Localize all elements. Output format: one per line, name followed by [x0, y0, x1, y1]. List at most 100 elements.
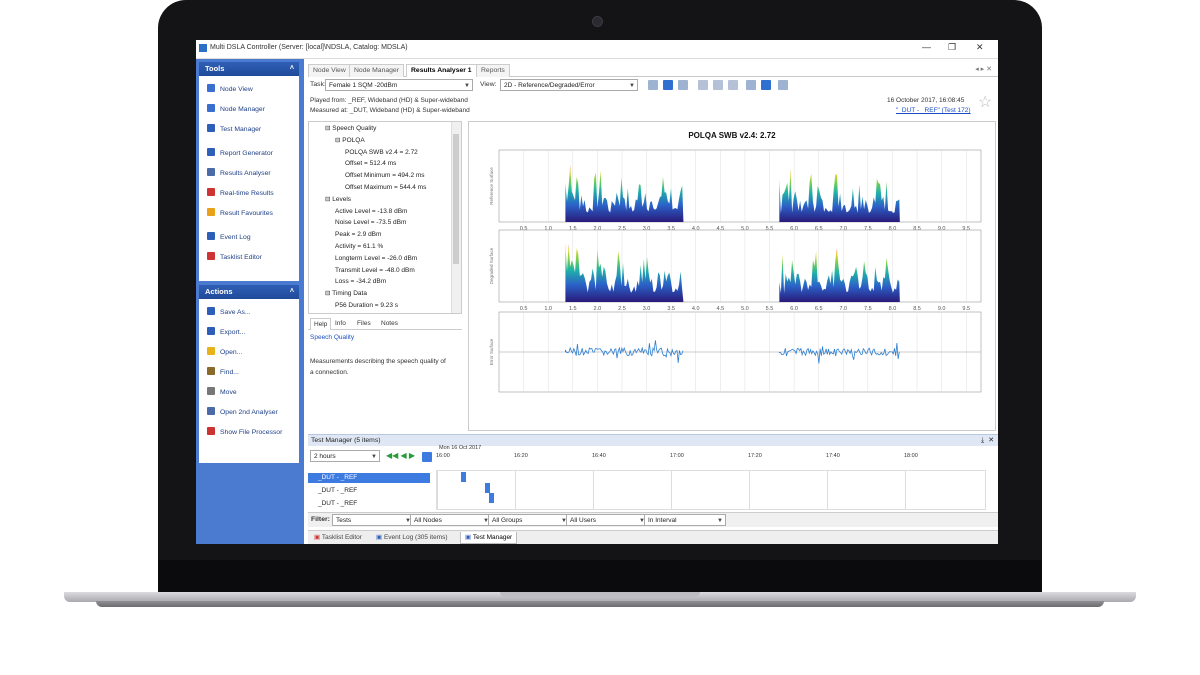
tree-node[interactable]: Activity = 61.1 %	[335, 242, 383, 252]
task-label: Task:	[310, 81, 326, 88]
toolbar-button-icon[interactable]	[778, 80, 788, 90]
toolbar-button-icon[interactable]	[648, 80, 658, 90]
tool-item-results-analyser[interactable]: Results Analyser	[207, 168, 271, 180]
tool-item-test-manager[interactable]: Test Manager	[207, 124, 261, 136]
tree-node[interactable]: P56 Duration = 9.23 s	[335, 301, 398, 311]
tool-item-real-time-results[interactable]: Real-time Results	[207, 188, 274, 200]
test-run-marker[interactable]	[489, 493, 494, 503]
expand-icon[interactable]: ⊟	[335, 137, 340, 144]
camera-icon	[592, 16, 603, 27]
tab-test-manager[interactable]: ▣ Test Manager	[460, 532, 518, 544]
tab-files[interactable]: Files	[354, 318, 374, 329]
tool-item-open-2nd-analyser[interactable]: Open 2nd Analyser	[207, 407, 278, 419]
tab-label: Tasklist Editor	[321, 534, 362, 541]
left-panel: Tools ˄ Node View Node Manager Test Manage…	[196, 59, 304, 544]
tool-item-report-generator[interactable]: Report Generator	[207, 148, 273, 160]
tab-reports[interactable]: Reports	[476, 64, 510, 77]
toolbar-button-icon[interactable]	[678, 80, 688, 90]
timeline-axis: 16:00 16:20 16:40 17:00 17:20 17:40 18:00	[436, 453, 996, 463]
table-row[interactable]: _DUT - _REF	[308, 499, 430, 509]
x-tick-label: 3.0	[643, 306, 651, 312]
tool-item-export[interactable]: Export...	[207, 327, 245, 339]
tool-item-show-file-processor[interactable]: Show File Processor	[207, 427, 282, 439]
tree-node[interactable]: ⊟ Speech Quality	[325, 124, 376, 134]
tool-item-move[interactable]: Move	[207, 387, 237, 399]
toolbar-button-icon[interactable]	[713, 80, 723, 90]
x-tick-label: 0.5	[520, 306, 528, 312]
toolbar-button-icon[interactable]	[663, 80, 673, 90]
tools-header[interactable]: Tools ˄	[199, 62, 299, 76]
chevron-down-icon: ▼	[717, 518, 723, 524]
tool-item-node-view[interactable]: Node View	[207, 84, 253, 96]
toolbar-button-icon[interactable]	[728, 80, 738, 90]
minimize-button[interactable]: —	[922, 42, 931, 52]
filter-dropdown[interactable]: All Groups ▼	[488, 514, 570, 526]
tab-navigation[interactable]: ◂ ▸ ✕	[975, 65, 992, 73]
close-button[interactable]: ✕	[976, 42, 984, 53]
tree-node[interactable]: Offset Minimum = 494.2 ms	[345, 171, 425, 181]
tool-item-save-as[interactable]: Save As...	[207, 307, 251, 319]
tree-node[interactable]: Loss = -34.2 dBm	[335, 277, 386, 287]
calendar-icon[interactable]	[422, 452, 432, 462]
tab-node-manager[interactable]: Node Manager	[349, 64, 404, 77]
nav-arrows-icon[interactable]: ◀◀ ◀ ▶	[386, 451, 415, 460]
tree-node[interactable]: Offset Maximum = 544.4 ms	[345, 183, 426, 193]
tool-item-result-favourites[interactable]: Result Favourites	[207, 208, 273, 220]
tree-node[interactable]: Offset = 512.4 ms	[345, 159, 396, 169]
tree-node[interactable]: ⊟ Levels	[325, 195, 351, 205]
toolbar-button-icon[interactable]	[746, 80, 756, 90]
tab-event-log[interactable]: ▣ Event Log (305 items)	[372, 532, 452, 543]
time-range-dropdown[interactable]: 2 hours ▼	[310, 450, 380, 462]
filter-dropdown[interactable]: All Nodes ▼	[410, 514, 492, 526]
x-tick-label: 8.5	[913, 306, 921, 312]
tree-node[interactable]: Transmit Level = -48.0 dBm	[335, 266, 415, 276]
tool-item-event-log[interactable]: Event Log	[207, 232, 251, 244]
expand-icon[interactable]: ⊟	[325, 125, 330, 132]
filter-value: All Groups	[492, 517, 523, 524]
error-trace	[778, 342, 900, 364]
view-dropdown[interactable]: 2D - Reference/Degraded/Error ▼	[500, 79, 638, 91]
toolbar-button-icon[interactable]	[698, 80, 708, 90]
analyser-icon	[207, 168, 215, 176]
tab-results-analyser[interactable]: Results Analyser 1	[406, 64, 477, 77]
filter-dropdown[interactable]: Tests ▼	[332, 514, 414, 526]
expand-icon[interactable]: ⊟	[325, 196, 330, 203]
test-run-marker[interactable]	[461, 472, 466, 482]
tab-tasklist-editor[interactable]: ▣ Tasklist Editor	[310, 532, 366, 543]
star-icon	[207, 208, 215, 216]
tab-help[interactable]: Help	[310, 318, 332, 330]
tree-node-label: Transmit Level = -48.0 dBm	[335, 266, 415, 274]
scrollbar-thumb[interactable]	[453, 134, 459, 264]
tree-node[interactable]: Active Level = -13.8 dBm	[335, 207, 407, 217]
tool-item-node-manager[interactable]: Node Manager	[207, 104, 265, 116]
close-icon[interactable]: ✕	[988, 435, 994, 447]
tab-notes[interactable]: Notes	[378, 318, 401, 329]
tab-node-view[interactable]: Node View	[308, 64, 351, 77]
tab-info[interactable]: Info	[332, 318, 349, 329]
tree-node[interactable]: Peak = 2.9 dBm	[335, 230, 381, 240]
tree-node[interactable]: POLQA SWB v2.4 = 2.72	[345, 148, 418, 158]
toolbar-button-icon[interactable]	[761, 80, 771, 90]
favourite-star-icon[interactable]: ☆	[978, 92, 992, 112]
test-link[interactable]: "_DUT - _REF" (Test 172)	[896, 107, 971, 114]
maximize-button[interactable]: ❐	[948, 42, 956, 53]
expand-icon[interactable]: ⊟	[325, 290, 330, 297]
test-run-marker[interactable]	[485, 483, 490, 493]
tool-item-find[interactable]: Find...	[207, 367, 239, 379]
tree-scrollbar[interactable]	[451, 122, 461, 313]
filter-dropdown[interactable]: All Users ▼	[566, 514, 648, 526]
tree-node[interactable]: ⊟ POLQA	[335, 136, 365, 146]
filter-dropdown[interactable]: In Interval ▼	[644, 514, 726, 526]
table-row[interactable]: _DUT - _REF	[308, 473, 430, 483]
tool-item-tasklist-editor[interactable]: Tasklist Editor	[207, 252, 262, 264]
table-row[interactable]: _DUT - _REF	[308, 486, 430, 496]
pin-icon[interactable]: ⤓	[981, 435, 984, 447]
collapse-icon: ˄	[289, 65, 294, 72]
tree-node[interactable]: Longterm Level = -26.0 dBm	[335, 254, 417, 264]
tree-node[interactable]: ⊟ Timing Data	[325, 289, 367, 299]
tree-node[interactable]: Noise Level = -73.5 dBm	[335, 218, 406, 228]
task-dropdown[interactable]: Female 1 SQM -20dBm ▼	[325, 79, 473, 91]
actions-header[interactable]: Actions ˄	[199, 285, 299, 299]
tool-item-open[interactable]: Open...	[207, 347, 242, 359]
tool-item-label: Find...	[220, 369, 239, 376]
